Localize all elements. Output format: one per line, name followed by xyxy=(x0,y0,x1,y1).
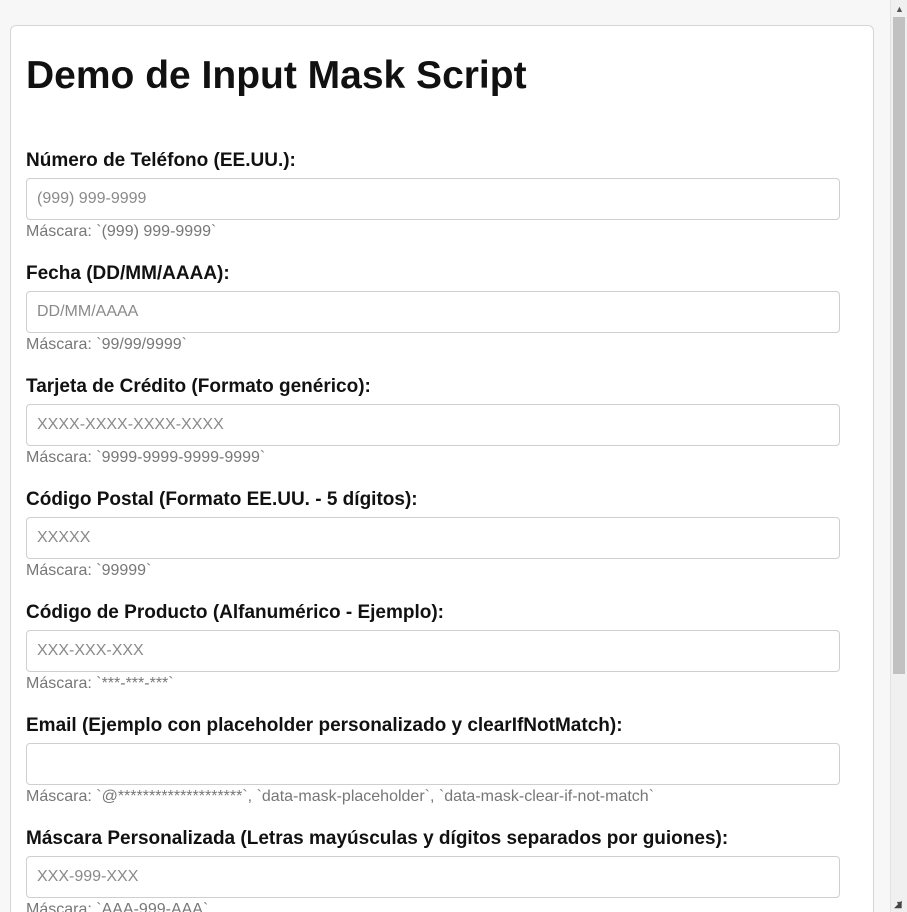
email-label: Email (Ejemplo con placeholder personali… xyxy=(26,715,623,736)
page-title: Demo de Input Mask Script xyxy=(26,54,527,97)
phone-label: Número de Teléfono (EE.UU.): xyxy=(26,150,296,171)
credit-card-mask-hint: Máscara: `9999-9999-9999-9999` xyxy=(26,449,266,466)
product-code-input[interactable] xyxy=(26,630,840,672)
email-field-group: Email (Ejemplo con placeholder personali… xyxy=(26,715,840,807)
credit-card-input[interactable] xyxy=(26,404,840,446)
zip-code-input[interactable] xyxy=(26,517,840,559)
product-code-label: Código de Producto (Alfanumérico - Ejemp… xyxy=(26,602,444,623)
phone-input[interactable] xyxy=(26,178,840,220)
custom-mask-field-group: Máscara Personalizada (Letras mayúsculas… xyxy=(26,828,840,912)
credit-card-field-group: Tarjeta de Crédito (Formato genérico): M… xyxy=(26,376,840,468)
resize-grip-icon[interactable]: ◢ xyxy=(894,899,906,911)
email-mask-hint: Máscara: `@********************`, `data-… xyxy=(26,788,655,805)
date-field-group: Fecha (DD/MM/AAAA): Máscara: `99/99/9999… xyxy=(26,263,840,355)
date-input[interactable] xyxy=(26,291,840,333)
scroll-thumb[interactable] xyxy=(893,17,905,674)
zip-code-field-group: Código Postal (Formato EE.UU. - 5 dígito… xyxy=(26,489,840,581)
custom-mask-label: Máscara Personalizada (Letras mayúsculas… xyxy=(26,828,729,849)
custom-mask-hint: Máscara: `AAA-999-AAA` xyxy=(26,901,209,912)
custom-mask-input[interactable] xyxy=(26,856,840,898)
phone-mask-hint: Máscara: `(999) 999-9999` xyxy=(26,223,217,240)
zip-code-mask-hint: Máscara: `99999` xyxy=(26,562,152,579)
scroll-up-icon[interactable]: ▲ xyxy=(891,0,907,17)
date-mask-hint: Máscara: `99/99/9999` xyxy=(26,336,187,353)
credit-card-label: Tarjeta de Crédito (Formato genérico): xyxy=(26,376,371,397)
product-code-field-group: Código de Producto (Alfanumérico - Ejemp… xyxy=(26,602,840,694)
email-input[interactable] xyxy=(26,743,840,785)
phone-field-group: Número de Teléfono (EE.UU.): Máscara: `(… xyxy=(26,150,840,242)
date-label: Fecha (DD/MM/AAAA): xyxy=(26,263,230,284)
page-viewport: Demo de Input Mask Script Número de Telé… xyxy=(0,0,890,912)
vertical-scrollbar[interactable]: ▲ ▼ xyxy=(890,0,907,912)
product-code-mask-hint: Máscara: `***-***-***` xyxy=(26,675,174,692)
zip-code-label: Código Postal (Formato EE.UU. - 5 dígito… xyxy=(26,489,418,510)
